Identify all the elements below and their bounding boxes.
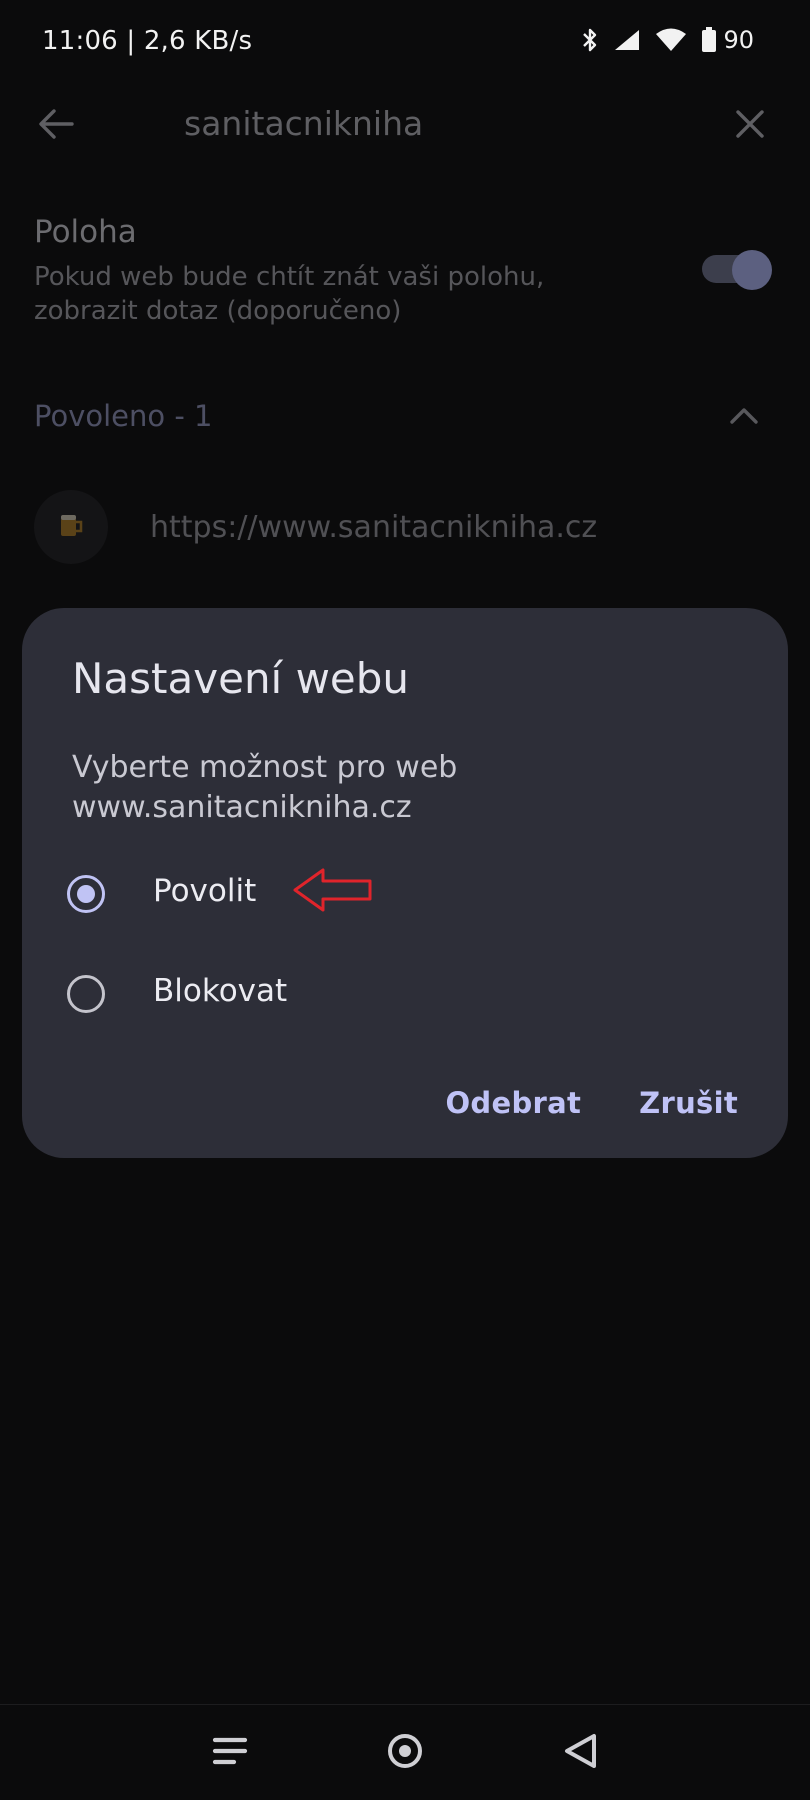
bluetooth-icon	[581, 28, 599, 52]
page-title: sanitacnikniha	[184, 104, 424, 143]
option-allow[interactable]: Povolit	[22, 849, 788, 939]
site-settings-dialog: Nastavení webu Vyberte možnost pro web w…	[22, 608, 788, 1158]
app-bar: sanitacnikniha	[0, 84, 810, 162]
status-time: 11:06 | 2,6 KB/s	[42, 26, 253, 56]
location-toggle[interactable]	[702, 250, 772, 290]
option-block-label: Blokovat	[153, 973, 288, 1009]
system-nav-bar	[0, 1704, 810, 1800]
recents-icon[interactable]	[212, 1735, 248, 1771]
wifi-icon	[655, 28, 687, 52]
dialog-message: Vyberte možnost pro web www.sanitacnikni…	[72, 750, 458, 825]
setting-title: Poloha	[34, 214, 137, 250]
battery-level: 90	[723, 26, 754, 54]
back-triangle-icon[interactable]	[562, 1731, 600, 1775]
dialog-title: Nastavení webu	[72, 654, 410, 703]
home-icon[interactable]	[385, 1731, 425, 1775]
close-icon[interactable]	[730, 104, 770, 148]
beer-mug-icon	[56, 510, 86, 544]
option-block[interactable]: Blokovat	[22, 949, 788, 1039]
status-icons: 90	[581, 26, 754, 54]
toggle-thumb	[732, 250, 772, 290]
section-title: Povoleno - 1	[34, 399, 213, 433]
red-arrow-annotation	[292, 866, 374, 918]
cancel-button[interactable]: Zrušit	[639, 1086, 738, 1120]
signal-icon	[613, 28, 641, 52]
setting-description: Pokud web bude chtít znát vaši polohu, z…	[34, 262, 545, 326]
radio-dot	[77, 885, 95, 903]
site-list-item[interactable]: https://www.sanitacnikniha.cz	[0, 490, 810, 570]
dialog-actions: Odebrat Zrušit	[445, 1086, 738, 1120]
chevron-up-icon[interactable]	[728, 405, 760, 431]
option-allow-label: Povolit	[153, 873, 257, 909]
radio-block[interactable]	[67, 975, 105, 1013]
battery-icon	[701, 27, 717, 53]
site-favicon	[34, 490, 108, 564]
location-setting-row[interactable]: Poloha Pokud web bude chtít znát vaši po…	[0, 200, 810, 340]
radio-allow[interactable]	[67, 875, 105, 913]
allowed-section-header[interactable]: Povoleno - 1	[0, 395, 810, 445]
site-url: https://www.sanitacnikniha.cz	[150, 510, 598, 545]
arrow-left-icon[interactable]	[34, 102, 78, 150]
remove-button[interactable]: Odebrat	[445, 1086, 581, 1120]
status-bar: 11:06 | 2,6 KB/s 90	[0, 0, 810, 84]
